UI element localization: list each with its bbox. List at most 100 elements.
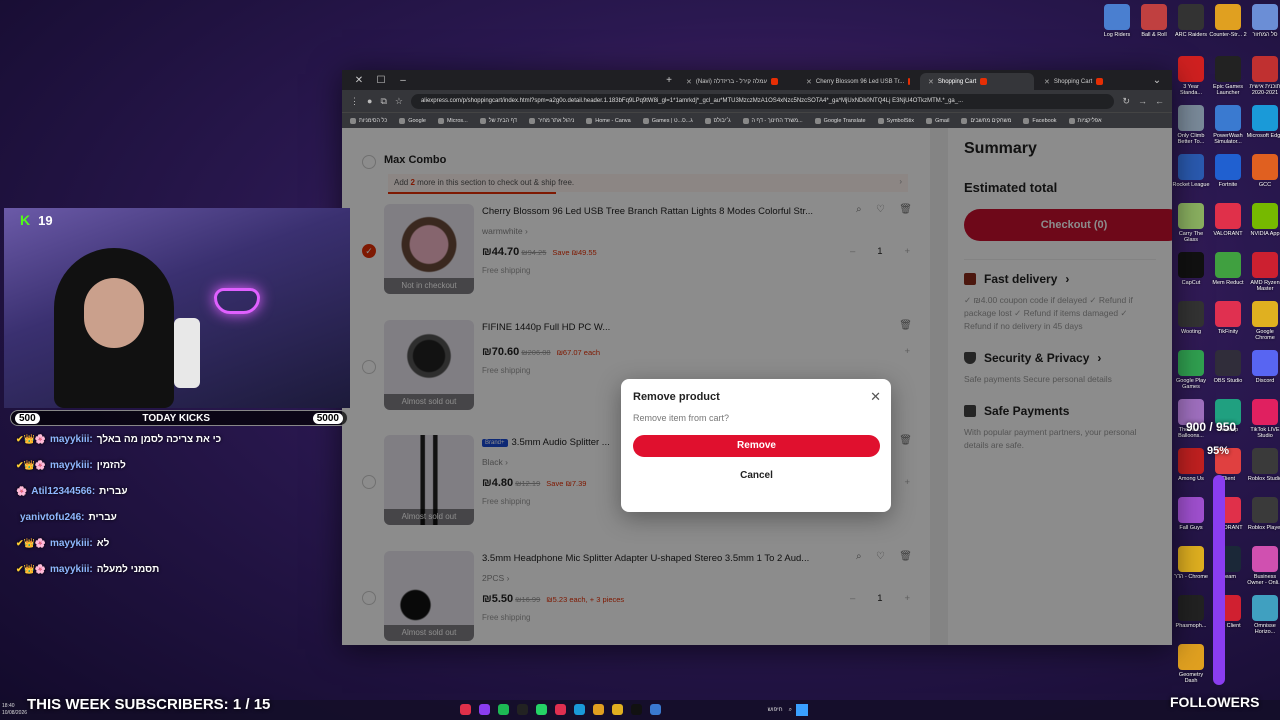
close-tab-icon[interactable]: ✕: [928, 78, 934, 86]
app-icon[interactable]: [650, 704, 661, 715]
desktop-shortcut[interactable]: Omnisse Horizo...: [1246, 595, 1280, 635]
close-window-icon[interactable]: ✕: [348, 75, 370, 86]
desktop-shortcut[interactable]: Fortnite: [1209, 154, 1247, 188]
bookmark-favicon-icon: [528, 117, 535, 124]
desktop-shortcut[interactable]: OBS Studio: [1209, 350, 1247, 384]
desktop-shortcut[interactable]: TikFinity: [1209, 301, 1247, 335]
microphone: [174, 318, 200, 388]
desktop-shortcut[interactable]: Mem Reduct: [1209, 252, 1247, 286]
bookmark-item[interactable]: Google Translate: [814, 117, 866, 124]
desktop-shortcut[interactable]: PowerWash Simulator...: [1209, 105, 1247, 145]
bookmark-item[interactable]: Gmail: [926, 117, 949, 124]
desktop-shortcut[interactable]: Roblox Studio: [1246, 448, 1280, 482]
app-icon[interactable]: [517, 704, 528, 715]
desktop-shortcut[interactable]: Microsoft Edge: [1246, 105, 1280, 139]
bookmark-item[interactable]: משרד החינוך - דף ה...: [742, 117, 803, 124]
desktop-shortcut[interactable]: Log Riders: [1098, 4, 1136, 38]
bookmark-star-icon[interactable]: ☆: [395, 96, 403, 107]
desktop-shortcut[interactable]: NVIDIA App: [1246, 203, 1280, 237]
desktop-shortcut[interactable]: סל המחזור: [1246, 4, 1280, 38]
bookmark-item[interactable]: Home - Canva: [586, 117, 631, 124]
tab-2[interactable]: ✕ Cherry Blossom 96 Led USB Tr...: [798, 73, 918, 90]
forward-icon[interactable]: →: [1138, 96, 1147, 106]
taskbar-search[interactable]: חיפוש ⌕: [712, 704, 792, 716]
desktop-shortcut[interactable]: Fall Guys: [1172, 497, 1210, 531]
desktop-shortcut[interactable]: Wooting: [1172, 301, 1210, 335]
close-tab-icon[interactable]: ✕: [1044, 78, 1050, 86]
desktop-shortcut[interactable]: ARC Raiders: [1172, 4, 1210, 38]
bookmark-item[interactable]: ניהול אתר מחיר: [528, 117, 574, 124]
whatsapp-icon[interactable]: [536, 704, 547, 715]
desktop-shortcut[interactable]: Google Chrome: [1246, 301, 1280, 341]
maximize-icon[interactable]: ☐: [370, 75, 392, 86]
chrome-icon[interactable]: [612, 704, 623, 715]
shortcut-label: TikTok LIVE Studio: [1250, 427, 1280, 439]
windows-start-icon[interactable]: [796, 704, 808, 716]
taskbar-clock[interactable]: 18:40 10/08/2026: [2, 703, 27, 717]
desktop-shortcut[interactable]: Phasmoph...: [1172, 595, 1210, 629]
back-icon[interactable]: ←: [1155, 96, 1164, 106]
close-tab-icon[interactable]: ✕: [686, 78, 692, 86]
edge-icon[interactable]: [574, 704, 585, 715]
desktop-shortcut[interactable]: Only Climb Better To...: [1172, 105, 1210, 145]
tab-1[interactable]: ✕ (Navi) עמלה קירל - בריזדלה: [678, 73, 796, 90]
profile-icon[interactable]: ●: [367, 96, 372, 106]
desktop-shortcut[interactable]: TikTok LIVE Studio: [1246, 399, 1280, 439]
bookmark-item[interactable]: Micros...: [437, 117, 468, 124]
desktop-shortcut[interactable]: Business Owner - Onli...: [1246, 546, 1280, 586]
desktop-shortcut[interactable]: Geometry Dash: [1172, 644, 1210, 684]
chat-text: להזמין: [96, 459, 126, 471]
desktop-shortcut[interactable]: Carry The Glass: [1172, 203, 1210, 243]
bookmark-item[interactable]: ג׳יבולס: [704, 117, 731, 124]
cancel-button[interactable]: Cancel: [633, 465, 880, 487]
bookmark-item[interactable]: SymbolStix: [877, 117, 914, 124]
desktop-shortcut[interactable]: Ball & Roll: [1135, 4, 1173, 38]
desktop-shortcut[interactable]: Counter-Str... 2: [1209, 4, 1247, 38]
desktop-shortcut[interactable]: Roblox Player: [1246, 497, 1280, 531]
desktop-shortcut[interactable]: Rocket League: [1172, 154, 1210, 188]
followers-percent: 95%: [1207, 445, 1230, 457]
minimize-icon[interactable]: –: [392, 75, 414, 86]
tiktok-icon[interactable]: [631, 704, 642, 715]
desktop-shortcut[interactable]: Discord: [1246, 350, 1280, 384]
chat-badges: ✔👑🌸: [16, 537, 46, 548]
app-icon[interactable]: [555, 704, 566, 715]
app-icon[interactable]: [460, 704, 471, 715]
desktop-shortcut[interactable]: הדר - Chrome: [1172, 546, 1210, 580]
bookmark-item[interactable]: Games | ג...ס...ט: [642, 117, 693, 124]
reload-icon[interactable]: ↻: [1122, 96, 1130, 107]
tab-search-icon[interactable]: ⌄: [1146, 75, 1168, 86]
tab-4[interactable]: ✕ Shopping Cart: [1036, 73, 1148, 90]
desktop-shortcut[interactable]: Epic Games Launcher: [1209, 56, 1247, 96]
remove-button[interactable]: Remove: [633, 435, 880, 457]
bookmark-item[interactable]: דף הבית של: [479, 117, 517, 124]
kicks-goal-bar: 500 TODAY KICKS 5000: [10, 410, 348, 426]
spotify-icon[interactable]: [498, 704, 509, 715]
desktop-shortcut[interactable]: AMD Ryzen Master: [1246, 252, 1280, 292]
desktop-shortcut[interactable]: Google Play Games: [1172, 350, 1210, 390]
menu-icon[interactable]: ⋮: [350, 96, 359, 107]
modal-backdrop[interactable]: Remove product ✕ Remove item from cart? …: [342, 128, 1172, 645]
app-icon[interactable]: [479, 704, 490, 715]
app-icon: [1252, 595, 1278, 621]
extensions-icon[interactable]: ⧉: [380, 96, 386, 107]
bookmark-item[interactable]: Facebook: [1023, 117, 1057, 124]
desktop-shortcut[interactable]: Among Us: [1172, 448, 1210, 482]
app-icon: [1178, 448, 1204, 474]
url-field[interactable]: aliexpress.com/p/shoppingcart/index.html…: [410, 93, 1115, 109]
new-tab-icon[interactable]: +: [658, 75, 680, 86]
close-tab-icon[interactable]: ✕: [806, 78, 812, 86]
app-icon: [1252, 301, 1278, 327]
tab-3[interactable]: ✕ Shopping Cart: [920, 73, 1034, 90]
folder-icon[interactable]: [593, 704, 604, 715]
bookmark-item[interactable]: משחקים מחשבים: [961, 117, 1011, 124]
desktop-shortcut[interactable]: GCC: [1246, 154, 1280, 188]
bookmark-item[interactable]: אפליקציות: [1068, 117, 1102, 124]
bookmark-item[interactable]: כל הסימניות: [350, 117, 387, 124]
bookmark-item[interactable]: Google: [399, 117, 426, 124]
desktop-shortcut[interactable]: תוכנית אישית 2020-2021: [1246, 56, 1280, 96]
desktop-shortcut[interactable]: CapCut: [1172, 252, 1210, 286]
desktop-shortcut[interactable]: 3 Year Standa...: [1172, 56, 1210, 96]
close-icon[interactable]: ✕: [870, 389, 881, 405]
desktop-shortcut[interactable]: VALORANT: [1209, 203, 1247, 237]
